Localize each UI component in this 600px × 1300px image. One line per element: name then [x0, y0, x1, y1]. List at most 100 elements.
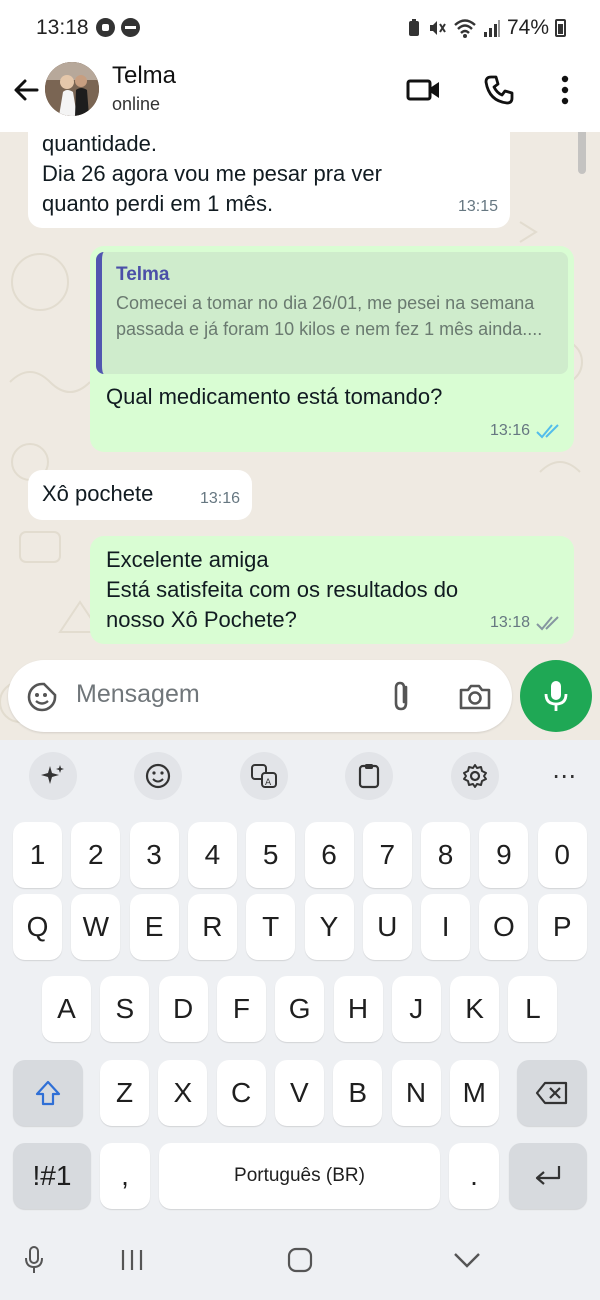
- message-time: 13:16: [489, 422, 530, 439]
- do-not-disturb-icon: [121, 18, 140, 37]
- battery-percent: 74%: [506, 16, 549, 39]
- double-check-read-icon: [536, 424, 559, 439]
- contact-name[interactable]: Telma: [112, 62, 176, 90]
- key-m[interactable]: M: [449, 1060, 499, 1126]
- key-i[interactable]: I: [421, 894, 471, 960]
- voice-call-button[interactable]: [479, 70, 519, 110]
- key-5[interactable]: 5: [246, 822, 296, 888]
- gear-icon: [463, 764, 487, 788]
- key-z[interactable]: Z: [100, 1060, 149, 1126]
- microphone-icon: [25, 1246, 43, 1273]
- key-t[interactable]: T: [246, 894, 296, 960]
- message-time: 13:18: [489, 614, 530, 631]
- key-v[interactable]: V: [274, 1060, 324, 1126]
- enter-key[interactable]: [509, 1143, 587, 1209]
- key-7[interactable]: 7: [362, 822, 412, 888]
- key-p[interactable]: P: [537, 894, 587, 960]
- key-d[interactable]: D: [158, 976, 208, 1042]
- quoted-message[interactable]: Telma Comecei a tomar no dia 26/01, me p…: [96, 252, 568, 374]
- back-button[interactable]: [8, 72, 44, 108]
- message-input-placeholder[interactable]: Mensagem: [76, 680, 200, 709]
- period-key[interactable]: .: [449, 1143, 499, 1209]
- message-input-field[interactable]: Mensagem: [8, 660, 512, 732]
- message-time: 13:15: [457, 198, 498, 215]
- message-text: Xô pochete: [42, 481, 154, 506]
- key-n[interactable]: N: [391, 1060, 441, 1126]
- emoji-button[interactable]: [134, 752, 182, 800]
- key-8[interactable]: 8: [421, 822, 471, 888]
- voice-record-button[interactable]: [520, 660, 592, 732]
- message-meta: 13:15: [458, 192, 498, 222]
- kebab-menu-icon: [561, 75, 569, 105]
- message-bubble-incoming[interactable]: quantidade. Dia 26 agora vou me pesar pr…: [28, 132, 510, 228]
- message-bubble-incoming[interactable]: Xô pochete 13:16: [28, 470, 252, 520]
- camera-icon[interactable]: [458, 681, 492, 711]
- sparkle-icon: [41, 765, 64, 784]
- backspace-key[interactable]: [517, 1060, 587, 1126]
- key-k[interactable]: K: [450, 976, 500, 1042]
- key-h[interactable]: H: [333, 976, 383, 1042]
- chat-scrollbar[interactable]: [578, 132, 586, 174]
- key-9[interactable]: 9: [479, 822, 529, 888]
- space-bar[interactable]: Português (BR): [159, 1143, 440, 1209]
- home-button[interactable]: [280, 1240, 320, 1280]
- status-bar: 13:18 74%: [0, 0, 600, 58]
- key-2[interactable]: 2: [71, 822, 121, 888]
- key-1[interactable]: 1: [13, 822, 62, 888]
- video-call-button[interactable]: [404, 70, 444, 110]
- contact-photo: [45, 62, 99, 116]
- home-icon: [287, 1247, 313, 1273]
- hide-keyboard-button[interactable]: [447, 1240, 487, 1280]
- clipboard-icon: [358, 764, 380, 789]
- message-text: Qual medicamento está tomando?: [106, 384, 443, 409]
- key-3[interactable]: 3: [129, 822, 179, 888]
- quoted-text: Comecei a tomar no dia 26/01, me pesei n…: [116, 293, 543, 339]
- voice-input-button[interactable]: [14, 1240, 54, 1280]
- keyboard-toolbar: A ⋯: [0, 740, 600, 808]
- more-options-button[interactable]: [545, 70, 585, 110]
- key-w[interactable]: W: [71, 894, 121, 960]
- key-g[interactable]: G: [275, 976, 325, 1042]
- key-e[interactable]: E: [129, 894, 179, 960]
- key-f[interactable]: F: [216, 976, 266, 1042]
- keyboard-settings-button[interactable]: [451, 752, 499, 800]
- key-r[interactable]: R: [187, 894, 237, 960]
- key-4[interactable]: 4: [187, 822, 237, 888]
- key-s[interactable]: S: [100, 976, 150, 1042]
- message-bubble-outgoing[interactable]: Telma Comecei a tomar no dia 26/01, me p…: [90, 246, 574, 452]
- enter-icon: [535, 1166, 561, 1185]
- translate-button[interactable]: A: [240, 752, 288, 800]
- more-options-button[interactable]: ⋯: [540, 752, 588, 800]
- key-o[interactable]: O: [479, 894, 529, 960]
- message-text: quantidade. Dia 26 agora vou me pesar pr…: [42, 132, 382, 216]
- key-l[interactable]: L: [508, 976, 558, 1042]
- battery-icon: [555, 19, 566, 37]
- key-0[interactable]: 0: [537, 822, 587, 888]
- key-q[interactable]: Q: [13, 894, 62, 960]
- symbols-key[interactable]: !#1: [13, 1143, 91, 1209]
- key-c[interactable]: C: [216, 1060, 266, 1126]
- recent-apps-button[interactable]: [112, 1240, 152, 1280]
- shift-key[interactable]: [13, 1060, 83, 1126]
- phone-icon: [484, 75, 514, 105]
- clipboard-button[interactable]: [345, 752, 393, 800]
- system-indicators: 74%: [407, 16, 566, 40]
- key-j[interactable]: J: [391, 976, 441, 1042]
- message-meta: 13:16: [490, 416, 562, 446]
- key-u[interactable]: U: [362, 894, 412, 960]
- key-6[interactable]: 6: [304, 822, 354, 888]
- translate-icon: A: [251, 764, 277, 788]
- comma-key[interactable]: ,: [100, 1143, 150, 1209]
- paperclip-icon[interactable]: [388, 680, 416, 712]
- key-x[interactable]: X: [158, 1060, 208, 1126]
- key-y[interactable]: Y: [304, 894, 354, 960]
- key-b[interactable]: B: [333, 1060, 383, 1126]
- chat-area[interactable]: quantidade. Dia 26 agora vou me pesar pr…: [0, 132, 600, 740]
- sticker-emoji-icon[interactable]: [26, 681, 58, 713]
- key-a[interactable]: A: [42, 976, 91, 1042]
- message-bubble-outgoing[interactable]: Excelente amiga Está satisfeita com os r…: [90, 536, 574, 644]
- quoted-author: Telma: [116, 264, 170, 285]
- avatar[interactable]: [45, 62, 99, 116]
- ai-sparkle-button[interactable]: [29, 752, 77, 800]
- message-time: 13:16: [199, 490, 240, 507]
